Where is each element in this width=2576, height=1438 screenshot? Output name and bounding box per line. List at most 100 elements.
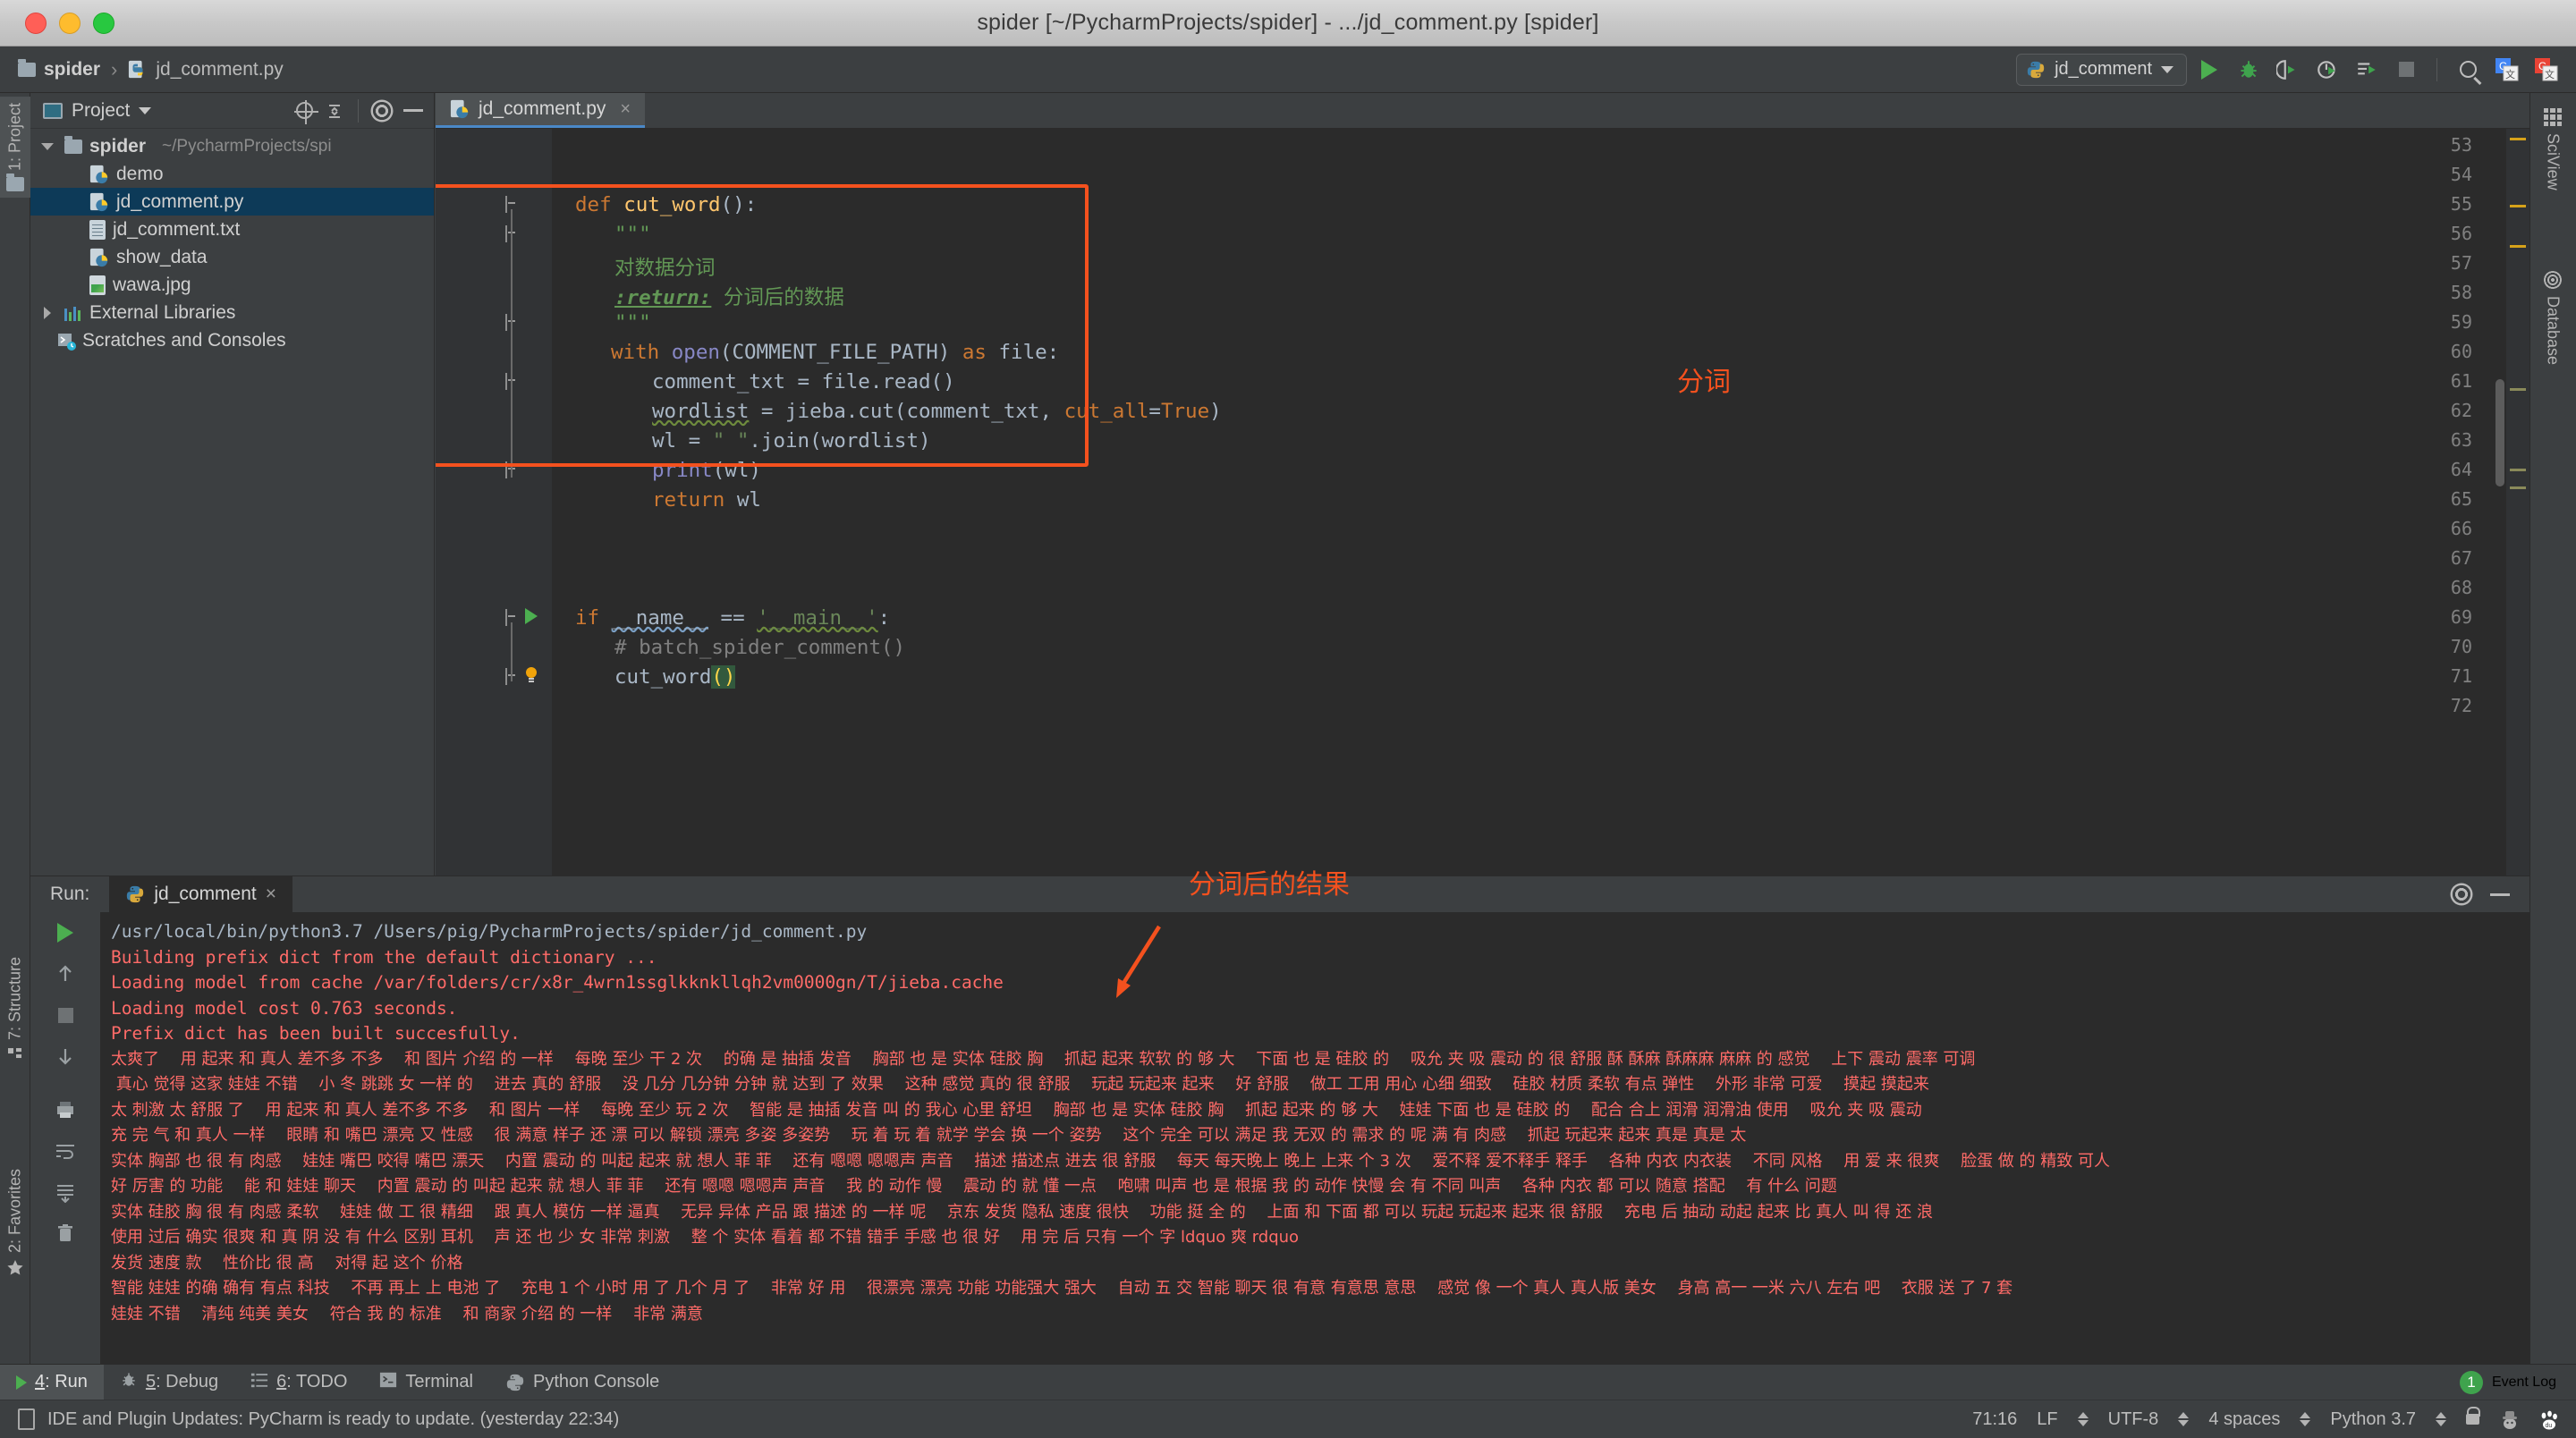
run-configuration-selector[interactable]: jd_comment — [2016, 53, 2187, 86]
sidebar-item-sciview[interactable]: SciView — [2529, 100, 2576, 199]
tree-row-show-data[interactable]: show_data — [30, 243, 434, 271]
toolbar-divider — [2436, 57, 2437, 81]
interpreter-spinner-icon[interactable] — [2436, 1412, 2446, 1426]
fold-marker-icon[interactable] — [505, 196, 521, 213]
editor-tab-jd-comment-py[interactable]: jd_comment.py × — [436, 93, 646, 128]
sidebar-item-database[interactable]: Database — [2529, 263, 2576, 373]
status-message[interactable]: IDE and Plugin Updates: PyCharm is ready… — [0, 1408, 619, 1430]
indent-spinner-icon[interactable] — [2300, 1412, 2311, 1426]
expander-down-icon[interactable] — [38, 142, 57, 150]
run-button[interactable] — [2192, 54, 2226, 86]
print-button[interactable] — [30, 1089, 100, 1130]
breadcrumb-item-spider[interactable]: spider — [18, 58, 100, 80]
status-message-text: IDE and Plugin Updates: PyCharm is ready… — [47, 1408, 620, 1429]
profile-button[interactable] — [2310, 54, 2344, 86]
lock-icon[interactable] — [2466, 1407, 2480, 1425]
line-separator[interactable]: LF — [2037, 1409, 2057, 1430]
stop-button[interactable] — [2389, 54, 2423, 86]
toolbar-actions: jd_comment G文 G文 — [2016, 53, 2576, 86]
tree-label: Scratches and Consoles — [82, 329, 286, 351]
run-tests-button[interactable] — [2350, 54, 2384, 86]
fold-marker-icon[interactable] — [505, 225, 521, 242]
baidu-icon[interactable]: du — [2538, 1409, 2558, 1430]
fold-marker-icon[interactable] — [505, 314, 521, 331]
close-icon[interactable]: × — [620, 99, 631, 120]
fold-marker-icon[interactable] — [505, 609, 521, 626]
breadcrumb-item-file[interactable]: jd_comment.py — [128, 59, 284, 80]
hide-panel-icon[interactable] — [2490, 892, 2510, 896]
marker — [2510, 245, 2526, 248]
tree-row-external-libraries[interactable]: External Libraries — [30, 299, 434, 326]
marker — [2510, 205, 2526, 207]
hide-panel-icon[interactable] — [403, 109, 423, 112]
console-line: 充 完 气 和 真人 一样 眼睛 和 嘴巴 漂亮 又 性感 很 满意 样子 还 … — [111, 1126, 1747, 1145]
run-tab-jd-comment[interactable]: jd_comment × — [109, 876, 293, 912]
console-line: 娃娃 不错 清纯 纯美 美女 符合 我 的 标准 和 商家 介绍 的 一样 非常… — [111, 1304, 703, 1324]
event-log-button[interactable]: 1 Event Log — [2459, 1370, 2576, 1394]
google-translate-button[interactable]: G文 — [2490, 54, 2524, 86]
fold-marker-icon[interactable] — [505, 461, 521, 478]
notification-icon — [18, 1408, 35, 1430]
run-console-output[interactable]: /usr/local/bin/python3.7 /Users/pig/Pych… — [100, 912, 2529, 1364]
console-line: 智能 娃娃 的确 确有 有点 科技 不再 再上 上 电池 了 充电 1 个 小时… — [111, 1279, 2013, 1298]
intention-bulb-icon[interactable] — [521, 665, 539, 683]
scroll-up-button[interactable] — [30, 953, 100, 994]
indent[interactable]: 4 spaces — [2208, 1409, 2280, 1430]
close-icon[interactable]: × — [266, 884, 276, 905]
debug-button[interactable] — [2232, 54, 2266, 86]
editor-scrollbar[interactable] — [2496, 379, 2504, 486]
chevron-down-icon[interactable] — [139, 106, 152, 114]
tree-row-jd-comment-txt[interactable]: jd_comment.txt — [30, 216, 434, 243]
collapse-all-icon[interactable] — [326, 103, 343, 119]
tool-window-terminal[interactable]: Terminal — [363, 1365, 489, 1400]
tree-label: jd_comment.txt — [113, 218, 241, 240]
tree-row-demo[interactable]: demo — [30, 160, 434, 188]
expander-right-icon[interactable] — [38, 306, 57, 319]
sidebar-item-favorites[interactable]: 2: Favorites — [0, 1163, 30, 1283]
tree-row-jd-comment-py[interactable]: jd_comment.py — [30, 188, 434, 216]
sidebar-item-structure[interactable]: 7: Structure — [0, 951, 30, 1069]
chevron-down-icon[interactable] — [2161, 65, 2174, 73]
soft-wrap-button[interactable] — [30, 1130, 100, 1172]
tree-row-scratches[interactable]: Scratches and Consoles — [30, 326, 434, 354]
encoding[interactable]: UTF-8 — [2108, 1409, 2159, 1430]
run-line-gutter-icon[interactable] — [525, 608, 538, 624]
interpreter[interactable]: Python 3.7 — [2330, 1409, 2416, 1430]
translate-alt-button[interactable]: G文 — [2529, 54, 2563, 86]
gear-icon[interactable] — [2453, 885, 2470, 903]
stop-button[interactable] — [30, 994, 100, 1036]
scroll-down-button[interactable] — [30, 1036, 100, 1077]
marker — [2510, 388, 2526, 391]
tool-window-debug[interactable]: 5: Debug — [104, 1365, 234, 1400]
tool-window-python-console[interactable]: Python Console — [489, 1365, 675, 1400]
gear-icon[interactable] — [373, 101, 391, 120]
fold-marker-icon[interactable] — [505, 668, 521, 685]
structure-icon — [6, 1046, 25, 1062]
fold-marker-icon[interactable] — [505, 373, 521, 390]
tool-window-todo[interactable]: 6: TODO — [234, 1365, 363, 1400]
console-line: Loading model from cache /var/folders/cr… — [111, 972, 1004, 993]
sidebar-item-project[interactable]: 1: Project — [0, 97, 30, 199]
scroll-to-end-button[interactable] — [30, 1172, 100, 1213]
tree-row-spider[interactable]: spider ~/PycharmProjects/spi — [30, 132, 434, 160]
encoding-spinner-icon[interactable] — [2178, 1412, 2190, 1426]
code-line-65: return wl — [652, 488, 761, 512]
image-file-icon — [89, 275, 106, 295]
caret-position[interactable]: 71:16 — [1972, 1409, 2017, 1430]
locate-icon[interactable] — [294, 100, 318, 124]
editor-tab-bar: jd_comment.py × — [436, 93, 2529, 129]
debug-icon — [120, 1371, 138, 1394]
pycharm-window: spider [~/PycharmProjects/spider] - .../… — [0, 0, 2576, 1438]
tree-row-wawa-jpg[interactable]: wawa.jpg — [30, 271, 434, 299]
rerun-button[interactable] — [30, 912, 100, 953]
database-icon — [2544, 271, 2562, 289]
tool-window-run[interactable]: 4: Run — [0, 1364, 104, 1400]
code-line-60: with open(COMMENT_FILE_PATH) as file: — [611, 341, 1060, 364]
tree-label: wawa.jpg — [113, 274, 191, 295]
run-coverage-button[interactable] — [2271, 54, 2305, 86]
trash-button[interactable] — [30, 1213, 100, 1254]
search-everywhere-button[interactable] — [2451, 54, 2485, 86]
line-separator-spinner-icon[interactable] — [2077, 1412, 2089, 1426]
hat-icon[interactable] — [2499, 1409, 2519, 1429]
libraries-icon — [64, 305, 82, 321]
